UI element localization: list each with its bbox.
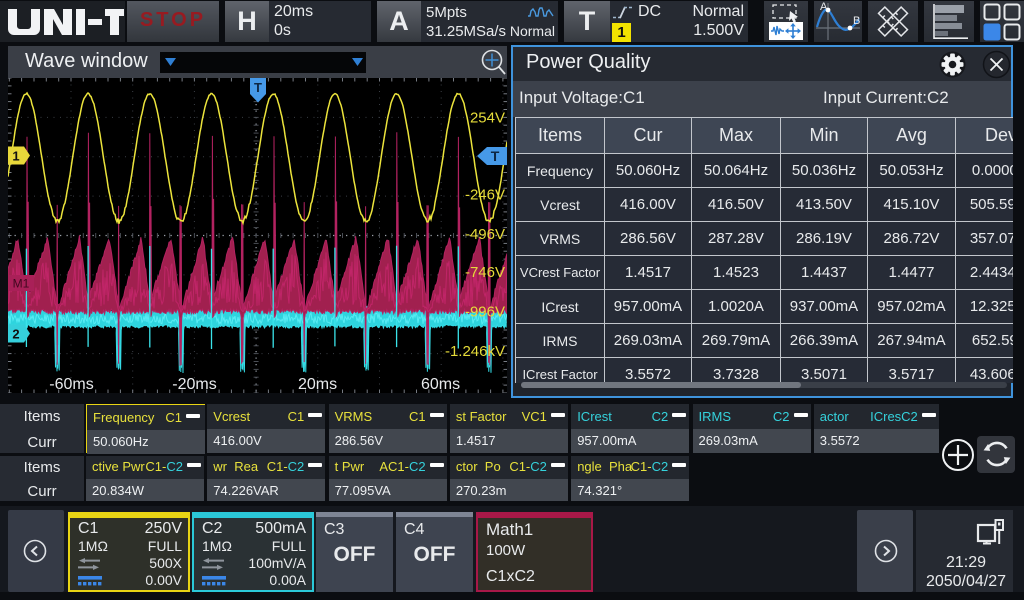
- svg-text:T: T: [491, 148, 500, 164]
- svg-text:T: T: [254, 80, 262, 95]
- svg-text:1: 1: [12, 149, 19, 164]
- svg-text:A: A: [820, 1, 828, 13]
- svg-text:-1.246kV: -1.246kV: [445, 343, 505, 360]
- svg-text:-496V: -496V: [465, 226, 505, 243]
- svg-text:-996V: -996V: [465, 303, 505, 320]
- svg-text:-746V: -746V: [465, 264, 505, 281]
- svg-text:-20ms: -20ms: [172, 376, 216, 393]
- svg-text:-246V: -246V: [465, 187, 505, 204]
- svg-text:-60ms: -60ms: [49, 376, 93, 393]
- svg-text:20ms: 20ms: [298, 376, 337, 393]
- svg-text:60ms: 60ms: [421, 376, 460, 393]
- svg-text:254V: 254V: [470, 109, 505, 126]
- svg-text:2: 2: [12, 327, 19, 342]
- svg-text:M1: M1: [13, 277, 30, 291]
- svg-text:B: B: [853, 15, 860, 27]
